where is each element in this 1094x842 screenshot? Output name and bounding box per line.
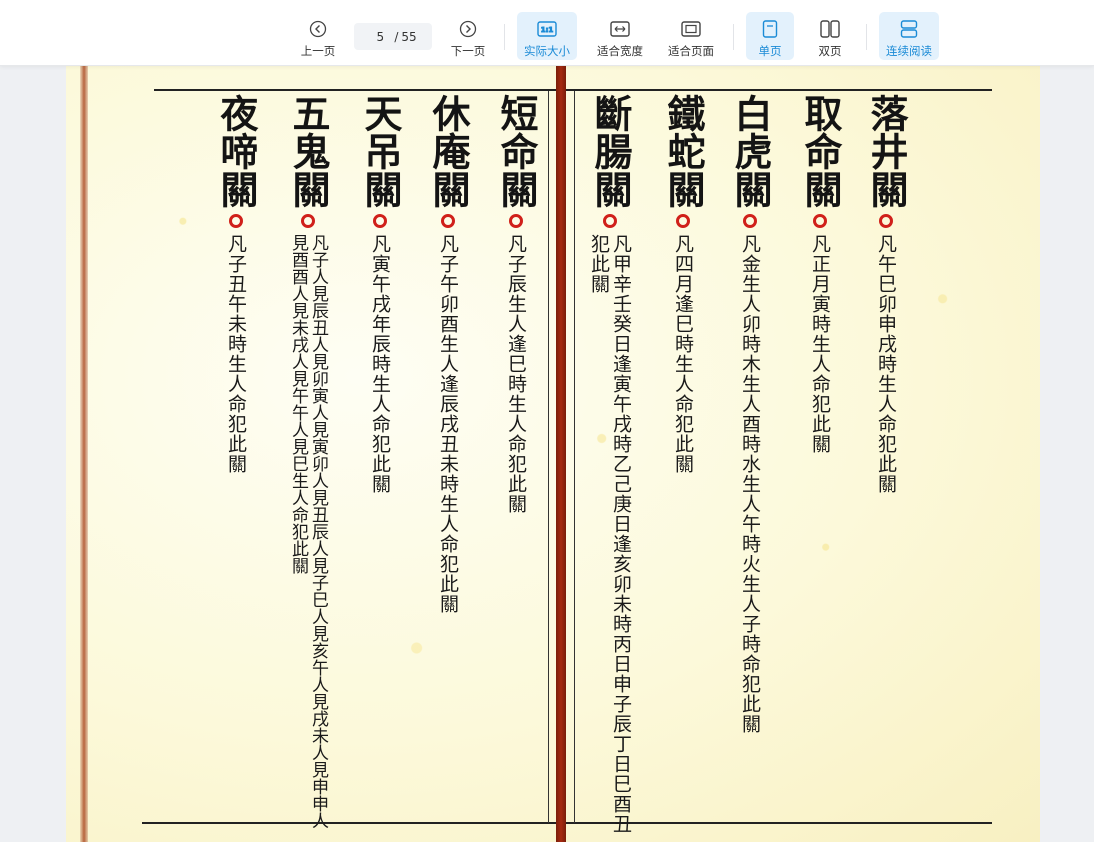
current-page-input[interactable]: 5	[369, 30, 391, 44]
section-column: 五鬼關 凡子人見辰丑人見卯寅人見寅卯人見丑辰人見子巳人見亥午人見戌未人見申申人見…	[270, 94, 346, 834]
section-title: 白虎關	[728, 94, 773, 208]
red-circle-marker	[603, 214, 617, 228]
top-border-rule	[154, 89, 992, 91]
red-circle-marker	[813, 214, 827, 228]
section-text: 凡子辰生人逢巳時生人命犯此關	[505, 234, 527, 514]
document-page-image[interactable]: 落井關 凡午巳卯申戌時生人命犯此關 取命關 凡正月寅時生人命犯此關 白虎關 凡金…	[66, 66, 1040, 842]
chevron-left-icon	[309, 18, 327, 40]
section-column: 鐵蛇關 凡四月逢巳時生人命犯此關	[653, 94, 713, 474]
fit-page-icon	[681, 18, 701, 40]
section-text: 凡正月寅時生人命犯此關	[809, 234, 831, 454]
section-title: 落井關	[864, 94, 909, 208]
section-column: 短命關 凡子辰生人逢巳時生人命犯此關	[486, 94, 546, 514]
section-title: 夜啼關	[214, 94, 259, 208]
section-text: 凡甲辛壬癸日逢寅午戌時乙己庚日逢亥卯未時丙日申子辰丁日巳酉丑犯此關	[588, 234, 632, 834]
section-title: 短命關	[494, 94, 539, 208]
actual-size-icon: 1:1	[537, 18, 557, 40]
section-text: 凡子午卯酉生人逢辰戌丑未時生人命犯此關	[437, 234, 459, 614]
fit-width-label: 适合宽度	[597, 44, 643, 58]
section-column: 斷腸關 凡甲辛壬癸日逢寅午戌時乙己庚日逢亥卯未時丙日申子辰丁日巳酉丑犯此關	[580, 94, 640, 834]
chevron-right-icon	[459, 18, 477, 40]
viewer-toolbar: 上一页 5 / 55 下一页 1:1 实际大小 适合宽度 适合页面 单页 双页 …	[0, 0, 1094, 66]
total-pages: 55	[401, 29, 417, 44]
actual-size-icon-text: 1:1	[541, 26, 554, 34]
toolbar-divider	[504, 24, 505, 50]
next-page-label: 下一页	[450, 44, 486, 58]
red-circle-marker	[301, 214, 315, 228]
continuous-reading-label: 连续阅读	[886, 44, 932, 58]
spine-border-line	[548, 91, 549, 823]
fit-page-button[interactable]: 适合页面	[661, 12, 721, 60]
section-title: 五鬼關	[286, 94, 331, 208]
section-text: 凡子丑午未時生人命犯此關	[225, 234, 247, 474]
red-circle-marker	[743, 214, 757, 228]
section-column: 夜啼關 凡子丑午未時生人命犯此關	[206, 94, 266, 474]
section-text: 凡四月逢巳時生人命犯此關	[672, 234, 694, 474]
red-circle-marker	[441, 214, 455, 228]
section-column: 天吊關 凡寅午戌年辰時生人命犯此關	[350, 94, 410, 494]
section-title: 天吊關	[358, 94, 403, 208]
section-column: 取命關 凡正月寅時生人命犯此關	[790, 94, 850, 454]
page-separator: /	[394, 29, 399, 44]
section-column: 落井關 凡午巳卯申戌時生人命犯此關	[856, 94, 916, 494]
continuous-reading-icon	[900, 18, 918, 40]
single-page-button[interactable]: 单页	[746, 12, 794, 60]
toolbar-divider	[733, 24, 734, 50]
red-circle-marker	[879, 214, 893, 228]
spine-border-line	[574, 91, 575, 823]
book-spine	[556, 66, 566, 842]
fit-page-label: 适合页面	[668, 44, 714, 58]
actual-size-label: 实际大小	[524, 44, 570, 58]
red-circle-marker	[676, 214, 690, 228]
red-circle-marker	[509, 214, 523, 228]
page-margin-edge	[80, 66, 88, 842]
section-title: 斷腸關	[588, 94, 633, 208]
double-page-button[interactable]: 双页	[806, 12, 854, 60]
section-title: 鐵蛇關	[661, 94, 706, 208]
section-column: 休庵關 凡子午卯酉生人逢辰戌丑未時生人命犯此關	[418, 94, 478, 614]
section-text: 凡寅午戌年辰時生人命犯此關	[369, 234, 391, 494]
section-text: 凡金生人卯時木生人酉時水生人午時火生人子時命犯此關	[739, 234, 761, 734]
red-circle-marker	[373, 214, 387, 228]
section-text: 凡子人見辰丑人見卯寅人見寅卯人見丑辰人見子巳人見亥午人見戌未人見申申人見酉酉人見…	[288, 234, 328, 829]
continuous-reading-button[interactable]: 连续阅读	[879, 12, 939, 60]
single-page-label: 单页	[758, 44, 782, 58]
prev-page-label: 上一页	[300, 44, 336, 58]
page-indicator: 5 / 55	[354, 23, 432, 50]
section-title: 休庵關	[426, 94, 471, 208]
actual-size-button[interactable]: 1:1 实际大小	[517, 12, 577, 60]
fit-width-button[interactable]: 适合宽度	[590, 12, 650, 60]
double-page-icon	[820, 18, 840, 40]
toolbar-divider	[866, 24, 867, 50]
next-page-button[interactable]: 下一页	[446, 12, 490, 60]
double-page-label: 双页	[818, 44, 842, 58]
red-circle-marker	[229, 214, 243, 228]
single-page-icon	[762, 18, 778, 40]
section-column: 白虎關 凡金生人卯時木生人酉時水生人午時火生人子時命犯此關	[720, 94, 780, 734]
section-title: 取命關	[798, 94, 843, 208]
section-text: 凡午巳卯申戌時生人命犯此關	[875, 234, 897, 494]
prev-page-button[interactable]: 上一页	[296, 12, 340, 60]
fit-width-icon	[610, 18, 630, 40]
